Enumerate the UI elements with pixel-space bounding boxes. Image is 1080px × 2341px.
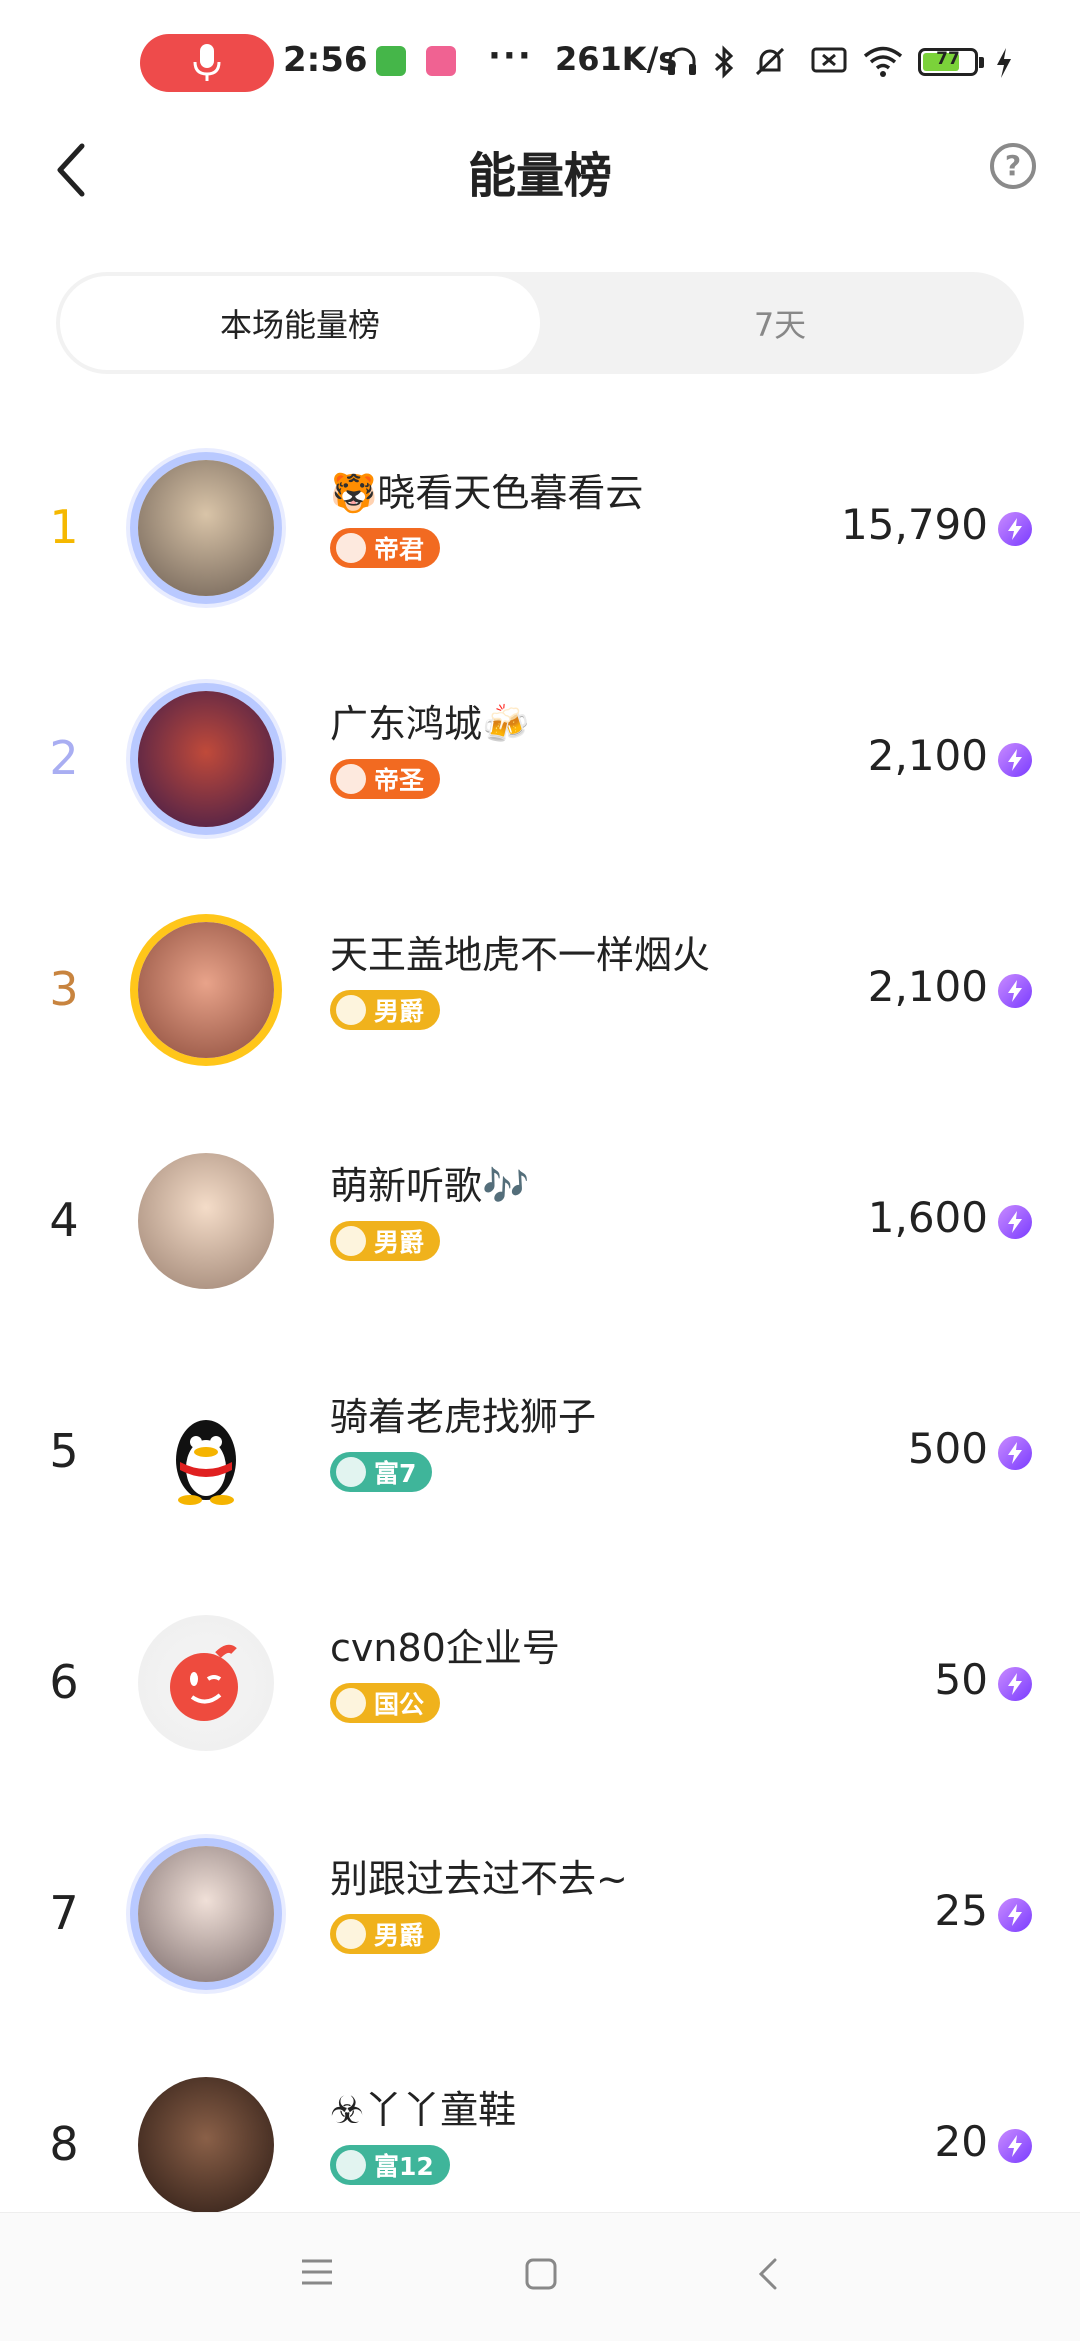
more-notifications-icon: ··· [488, 36, 533, 76]
app-notification-icon [376, 46, 406, 76]
energy-score: 50 [934, 1655, 988, 1704]
user-name[interactable]: 🐯晓看天色暮看云 [330, 462, 643, 517]
battery-icon: 77 [918, 48, 984, 76]
badge-icon [336, 1457, 366, 1487]
user-name[interactable]: 天王盖地虎不一样烟火 [330, 924, 710, 979]
level-badge: 男爵 [330, 1221, 441, 1261]
lightning-icon [998, 512, 1032, 546]
avatar[interactable] [138, 460, 274, 596]
level-badge: 男爵 [330, 1914, 441, 1954]
help-button[interactable]: ? [990, 143, 1036, 189]
energy-score: 1,600 [867, 1193, 988, 1242]
microphone-icon [193, 44, 221, 81]
badge-label: 富12 [374, 2152, 434, 2181]
ranking-row[interactable]: 6 cvn80企业号国公 50 [0, 1567, 1080, 1797]
rank-number: 6 [49, 1655, 79, 1709]
ranking-row[interactable]: 5 骑着老虎找狮子富7 500 [0, 1336, 1080, 1566]
tab-7-days[interactable]: 7天 [540, 276, 1020, 370]
penguin-icon [176, 1420, 236, 1505]
badge-icon [336, 1919, 366, 1949]
ranking-row[interactable]: 3 天王盖地虎不一样烟火男爵 2,100 [0, 874, 1080, 1104]
energy-score: 25 [934, 1886, 988, 1935]
badge-icon [336, 1688, 366, 1718]
rank-number: 3 [49, 962, 79, 1016]
lightning-icon [998, 1898, 1032, 1932]
level-badge: 富12 [330, 2145, 450, 2185]
system-nav-bar [0, 2212, 1080, 2341]
rank-number: 4 [49, 1193, 79, 1247]
badge-label: 男爵 [374, 1228, 425, 1257]
energy-score: 15,790 [841, 500, 988, 549]
battery-level: 77 [936, 49, 960, 69]
avatar[interactable] [138, 922, 274, 1058]
app-notification-icon [426, 46, 456, 76]
network-speed: 261K/s [555, 40, 678, 78]
badge-label: 男爵 [374, 997, 425, 1026]
avatar[interactable] [138, 691, 274, 827]
ranking-row[interactable]: 1 🐯晓看天色暮看云帝君 15,790 [0, 412, 1080, 642]
user-name[interactable]: 广东鸿城🍻 [330, 693, 529, 748]
recording-indicator[interactable] [140, 34, 274, 92]
ranking-row[interactable]: 7 别跟过去过不去~ 男爵 25 [0, 1798, 1080, 2028]
lightning-icon [998, 974, 1032, 1008]
bluetooth-icon [714, 45, 734, 79]
lightning-icon [998, 743, 1032, 777]
level-badge: 国公 [330, 1683, 441, 1723]
level-badge: 帝君 [330, 528, 441, 568]
level-badge: 帝圣 [330, 759, 441, 799]
headphones-icon [668, 47, 696, 75]
clock: 2:56 [283, 40, 368, 80]
tab-bar: 本场能量榜 7天 [56, 272, 1024, 374]
avatar[interactable] [138, 2077, 274, 2213]
badge-label: 帝君 [374, 535, 425, 564]
user-name[interactable]: 骑着老虎找狮子 [330, 1386, 596, 1441]
energy-score: 2,100 [867, 731, 988, 780]
badge-icon [336, 995, 366, 1025]
badge-icon [336, 764, 366, 794]
page-title: 能量榜 [467, 148, 612, 204]
badge-label: 男爵 [374, 1921, 425, 1950]
energy-score: 20 [934, 2117, 988, 2166]
wink-face-icon [170, 1644, 238, 1721]
rank-number: 1 [49, 500, 79, 554]
badge-label: 国公 [374, 1690, 425, 1719]
avatar[interactable] [138, 1846, 274, 1982]
avatar[interactable] [138, 1615, 274, 1751]
ranking-row[interactable]: 4 萌新听歌🎶 男爵 1,600 [0, 1105, 1080, 1335]
rank-number: 8 [49, 2117, 79, 2171]
badge-label: 富7 [374, 1459, 417, 1488]
energy-score: 2,100 [867, 962, 988, 1011]
energy-score: 500 [907, 1424, 988, 1473]
back-nav-icon[interactable] [756, 2257, 780, 2291]
avatar[interactable] [138, 1384, 274, 1520]
lightning-icon [998, 2129, 1032, 2163]
user-name[interactable]: ☣丫丫童鞋 [330, 2079, 516, 2134]
ranking-row[interactable]: 2 广东鸿城🍻 帝圣 2,100 [0, 643, 1080, 873]
user-name[interactable]: cvn80企业号 [330, 1617, 560, 1672]
lightning-icon [998, 1436, 1032, 1470]
lightning-icon [998, 1205, 1032, 1239]
level-badge: 男爵 [330, 990, 441, 1030]
user-name[interactable]: 别跟过去过不去~ [330, 1848, 628, 1903]
tab-current-session[interactable]: 本场能量榜 [60, 276, 540, 370]
rank-number: 7 [49, 1886, 79, 1940]
wifi-icon [863, 46, 903, 77]
badge-icon [336, 2150, 366, 2180]
charging-icon [997, 48, 1011, 78]
menu-icon[interactable] [300, 2257, 334, 2287]
mute-icon [755, 47, 785, 76]
rank-number: 5 [49, 1424, 79, 1478]
lightning-icon [998, 1667, 1032, 1701]
badge-icon [336, 533, 366, 563]
badge-icon [336, 1226, 366, 1256]
status-bar: 2:56 ··· 261K/s 77 [0, 0, 1080, 130]
level-badge: 富7 [330, 1452, 433, 1492]
avatar[interactable] [138, 1153, 274, 1289]
rank-number: 2 [49, 731, 79, 785]
home-icon[interactable] [524, 2257, 558, 2291]
no-sim-icon [811, 47, 847, 73]
badge-label: 帝圣 [374, 766, 425, 795]
user-name[interactable]: 萌新听歌🎶 [330, 1155, 529, 1210]
